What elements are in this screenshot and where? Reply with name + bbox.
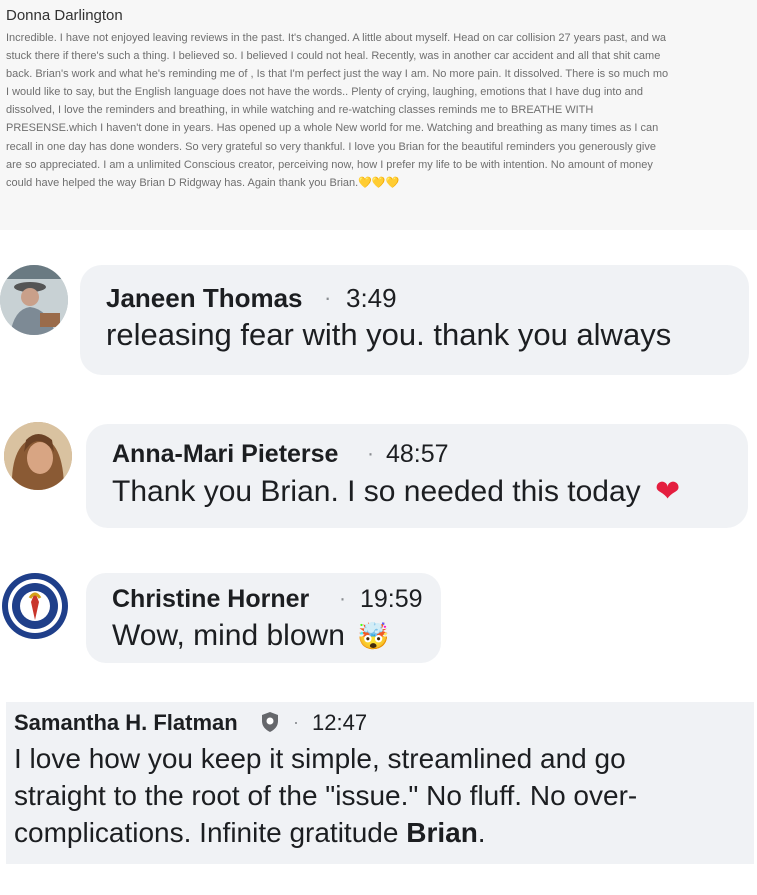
review-line: stuck there if there's such a thing. I b…: [6, 50, 661, 63]
review-text: Incredible. I have not enjoyed leaving r…: [6, 29, 756, 192]
comment-message: Wow, mind blown 🤯: [112, 619, 390, 653]
review-line-text: could have helped the way Brian D Ridgwa…: [6, 176, 359, 189]
review-line: are so appreciated. I am a unlimited Con…: [6, 158, 653, 171]
review-line: Incredible. I have not enjoyed leaving r…: [6, 32, 667, 44]
review-line: recall in one day has done wonders. So v…: [6, 140, 656, 153]
review-line: PRESENSE.which I haven't done in years. …: [6, 122, 659, 135]
comment-line: complications. Infinite gratitude Brian.: [14, 814, 637, 851]
commenter-name[interactable]: Samantha H. Flatman: [14, 710, 238, 736]
comment-message: releasing fear with you. thank you alway…: [106, 317, 672, 352]
comment-bubble: Samantha H. Flatman · 12:47 I love how y…: [6, 702, 754, 864]
commenter-name[interactable]: Christine Horner: [112, 585, 309, 614]
comment-bubble: Janeen Thomas · 3:49 releasing fear with…: [80, 265, 749, 375]
seal-logo-icon: [2, 573, 68, 639]
comment-line: I love how you keep it simple, streamlin…: [14, 743, 626, 774]
comment-message-text: Thank you Brian. I so needed this today: [112, 475, 641, 508]
review-line: back. Brian's work and what he's remindi…: [6, 68, 669, 81]
comment-line-text: complications. Infinite gratitude: [14, 817, 399, 848]
comment-bubble: Christine Horner · 19:59 Wow, mind blown…: [86, 573, 441, 663]
commenter-name-text: Samantha H. Flatman: [14, 710, 238, 735]
red-heart-emoji: ❤: [655, 475, 681, 508]
comment-time[interactable]: 19:59: [360, 585, 423, 614]
comment-message: Thank you Brian. I so needed this today …: [112, 474, 680, 509]
comment-bubble: Anna-Mari Pieterse · 48:57 Thank you Bri…: [86, 424, 748, 528]
avatar-photo-icon: [0, 265, 68, 335]
comment-message-text: Wow, mind blown: [112, 619, 345, 652]
end-punct: .: [477, 817, 486, 848]
review-line: dissolved, I love the reminders and brea…: [6, 104, 594, 117]
shield-badge-icon: [260, 711, 280, 738]
avatar[interactable]: [4, 422, 72, 490]
review-card: Donna Darlington Incredible. I have not …: [0, 0, 757, 230]
commenter-name-text: Anna-Mari Pieterse: [112, 440, 339, 468]
commenter-name-text: Janeen Thomas: [106, 283, 303, 313]
bold-mention: Brian: [406, 817, 478, 848]
comment-time[interactable]: 12:47: [312, 710, 367, 736]
yellow-heart-emoji: 💛💛💛: [358, 176, 400, 189]
separator-dot: ·: [293, 712, 299, 732]
commenter-name[interactable]: Anna-Mari Pieterse: [112, 440, 338, 469]
exploding-head-emoji: 🤯: [357, 621, 390, 651]
commenter-name[interactable]: Janeen Thomas: [106, 283, 303, 314]
comment-time[interactable]: 48:57: [386, 440, 449, 469]
separator-dot: ·: [324, 285, 332, 310]
separator-dot: ·: [367, 442, 374, 465]
avatar[interactable]: [0, 265, 68, 335]
comment-time[interactable]: 3:49: [346, 283, 397, 314]
review-line: could have helped the way Brian D Ridgwa…: [6, 174, 756, 192]
review-line: I would like to say, but the English lan…: [6, 86, 643, 99]
separator-dot: ·: [339, 587, 346, 610]
comment-line: straight to the root of the "issue." No …: [14, 780, 638, 811]
review-author: Donna Darlington: [6, 7, 123, 24]
avatar[interactable]: [0, 572, 70, 640]
avatar-photo-icon: [4, 422, 72, 490]
comment-message: I love how you keep it simple, streamlin…: [14, 740, 637, 851]
commenter-name-text: Christine Horner: [112, 585, 310, 613]
